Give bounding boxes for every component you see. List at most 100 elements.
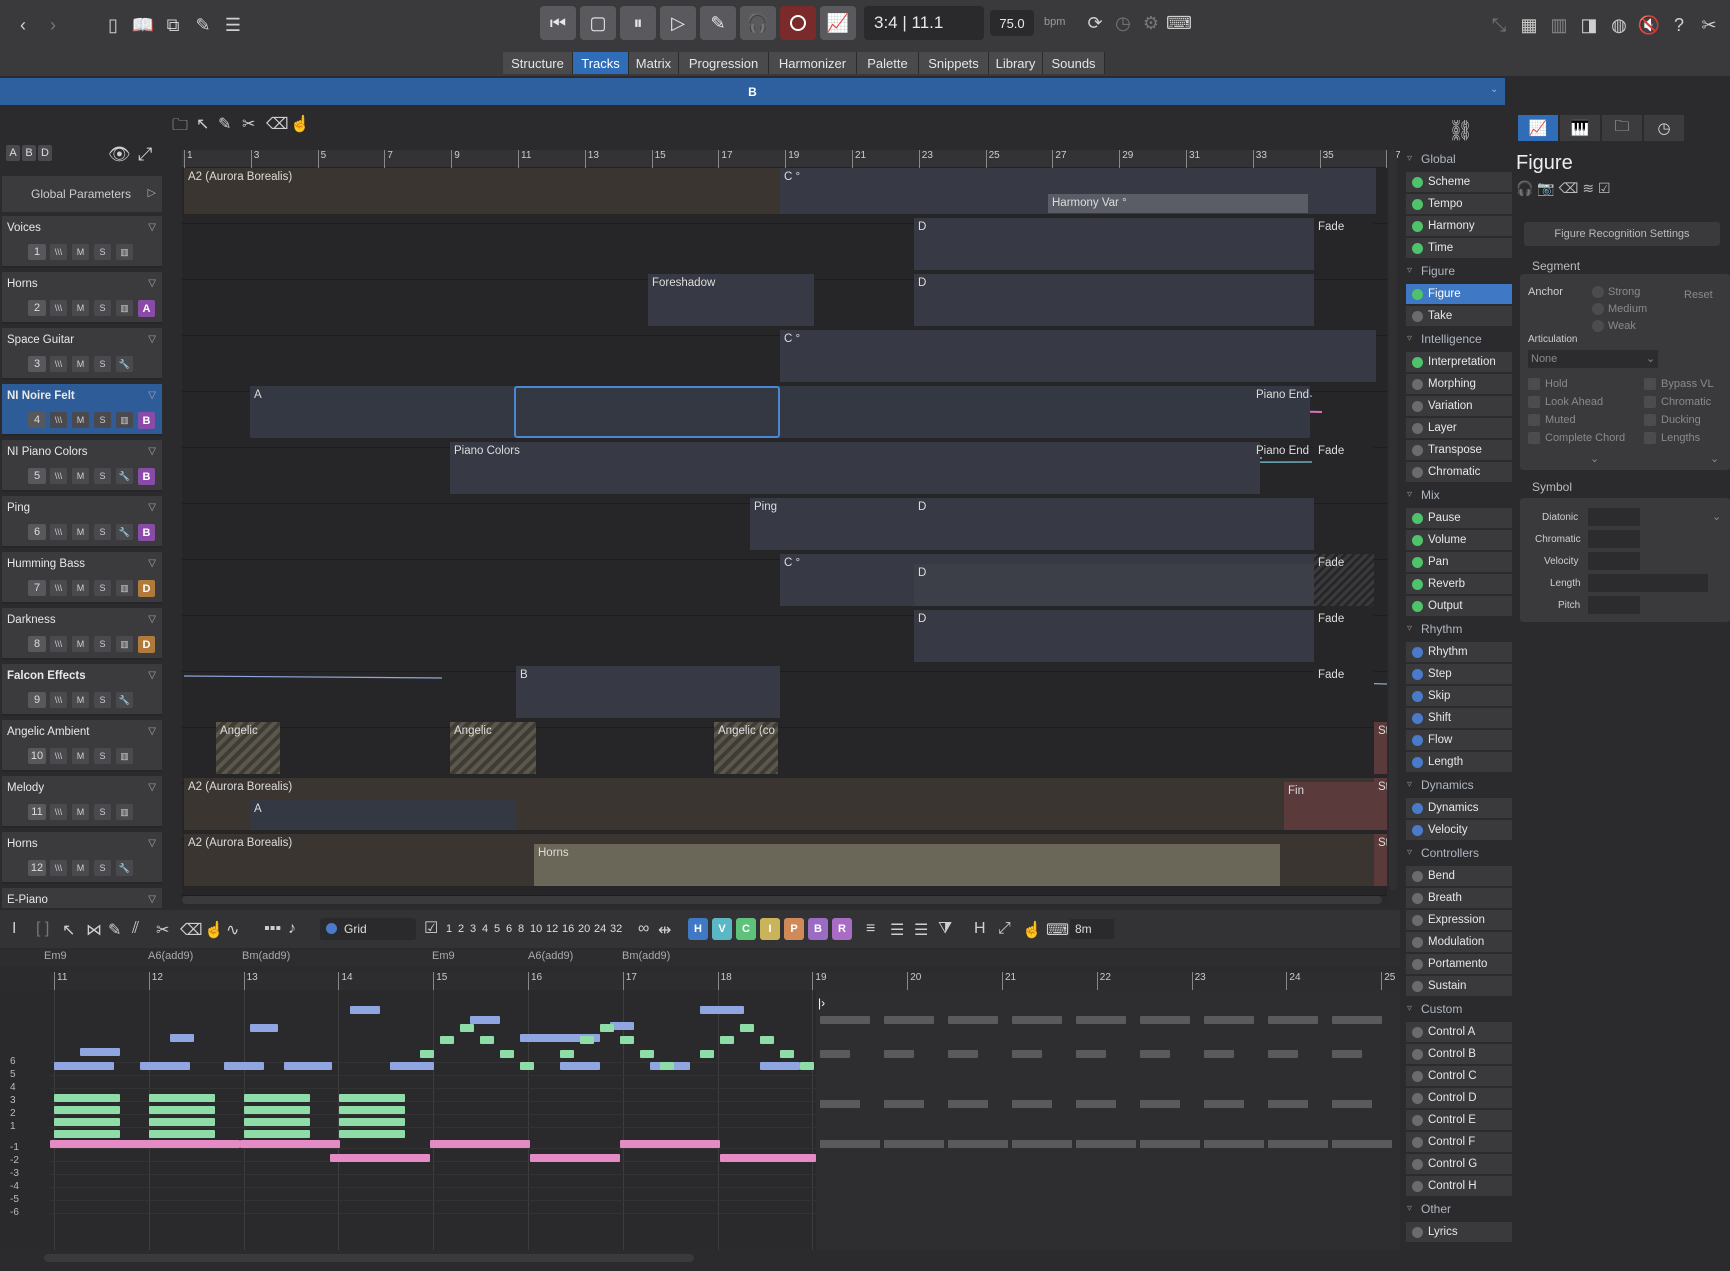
- note[interactable]: [1204, 1050, 1234, 1058]
- region-angelic3[interactable]: Angelic (co: [714, 722, 778, 774]
- note[interactable]: [149, 1130, 215, 1138]
- note[interactable]: [1012, 1016, 1062, 1024]
- color-button-r[interactable]: R: [832, 918, 852, 940]
- note[interactable]: [820, 1100, 860, 1108]
- panel-icon[interactable]: ◨: [1576, 12, 1602, 38]
- note[interactable]: [480, 1036, 494, 1044]
- piano-icon[interactable]: ▥: [116, 412, 133, 428]
- note[interactable]: [1012, 1140, 1072, 1148]
- edit-icon[interactable]: ✎: [190, 12, 216, 38]
- note[interactable]: [720, 1036, 734, 1044]
- grid-select[interactable]: Grid: [320, 918, 416, 940]
- piano-icon[interactable]: ▥: [116, 300, 133, 316]
- inspector-item-transpose[interactable]: Transpose: [1406, 440, 1512, 460]
- note[interactable]: [440, 1036, 454, 1044]
- note[interactable]: [149, 1106, 215, 1114]
- triplet-icon[interactable]: ∞: [638, 920, 649, 938]
- eraser-icon[interactable]: ⌫: [266, 114, 289, 134]
- inspector-item-morphing[interactable]: Morphing: [1406, 374, 1512, 394]
- inspector-item-chromatic[interactable]: Chromatic: [1406, 462, 1512, 482]
- note[interactable]: [54, 1106, 120, 1114]
- mute-button[interactable]: M: [72, 412, 89, 428]
- region-a-melody[interactable]: A: [250, 800, 516, 830]
- hand-icon[interactable]: ☝: [204, 920, 224, 940]
- book-icon[interactable]: 📖: [130, 12, 156, 38]
- note[interactable]: [430, 1140, 530, 1148]
- note[interactable]: [780, 1050, 794, 1058]
- inspector-item-rhythm[interactable]: Rhythm: [1406, 642, 1512, 662]
- split-icon[interactable]: ⇹: [658, 920, 671, 940]
- region-piano-end[interactable]: Piano End: [1252, 386, 1372, 406]
- grid-value[interactable]: 6: [506, 923, 512, 935]
- note[interactable]: [330, 1154, 430, 1162]
- note[interactable]: [1332, 1016, 1382, 1024]
- solo-button[interactable]: S: [94, 748, 111, 764]
- chevron-down-icon[interactable]: ▽: [148, 278, 156, 289]
- region-foreshadow[interactable]: Foreshadow: [648, 274, 814, 326]
- note[interactable]: [620, 1140, 720, 1148]
- lanes-button[interactable]: \\\: [50, 860, 67, 876]
- inspector-item-portamento[interactable]: Portamento: [1406, 954, 1512, 974]
- inspector-item-layer[interactable]: Layer: [1406, 418, 1512, 438]
- mute-button[interactable]: M: [72, 860, 89, 876]
- note[interactable]: [1076, 1140, 1136, 1148]
- inspector-item-take[interactable]: Take: [1406, 306, 1512, 326]
- note[interactable]: [1268, 1140, 1328, 1148]
- solo-button[interactable]: S: [94, 300, 111, 316]
- mute-button[interactable]: M: [72, 244, 89, 260]
- vertical-scrollbar[interactable]: [1389, 150, 1397, 890]
- inspector-group-intelligence[interactable]: Intelligence: [1405, 332, 1482, 346]
- medium-radio[interactable]: [1592, 303, 1604, 315]
- region-fade[interactable]: Fade: [1314, 218, 1374, 270]
- piano-icon[interactable]: ▥: [1546, 12, 1572, 38]
- delete-icon[interactable]: ⌫: [1559, 180, 1579, 196]
- lanes-button[interactable]: \\\: [50, 468, 67, 484]
- inspector-item-control-g[interactable]: Control G: [1406, 1154, 1512, 1174]
- region-a[interactable]: A: [250, 386, 1310, 438]
- chevron-down-icon[interactable]: ▽: [148, 838, 156, 849]
- lanes-button[interactable]: \\\: [50, 748, 67, 764]
- note[interactable]: [420, 1050, 434, 1058]
- scissors-icon[interactable]: ✂: [156, 920, 169, 940]
- region-harmony-var[interactable]: Harmony Var °: [1048, 194, 1308, 213]
- note[interactable]: [54, 1062, 114, 1070]
- inspector-item-length[interactable]: Length: [1406, 752, 1512, 772]
- note[interactable]: [700, 1006, 744, 1014]
- color-button-i[interactable]: I: [760, 918, 780, 940]
- note[interactable]: [149, 1094, 215, 1102]
- note[interactable]: [660, 1062, 674, 1070]
- note[interactable]: [600, 1024, 614, 1032]
- region-fade5[interactable]: Fade: [1314, 666, 1374, 718]
- track-item[interactable]: Angelic Ambient ▽ 10 \\\ M S ▥: [2, 720, 162, 772]
- track-item[interactable]: Horns ▽ 2 \\\ M S ▥ A: [2, 272, 162, 324]
- camera-icon[interactable]: 📷: [1537, 180, 1554, 196]
- region-d4[interactable]: D: [914, 564, 1314, 606]
- inspector-item-tempo[interactable]: Tempo: [1406, 194, 1512, 214]
- color-button-h[interactable]: H: [688, 918, 708, 940]
- solo-button[interactable]: S: [94, 860, 111, 876]
- color-button-c[interactable]: C: [736, 918, 756, 940]
- note[interactable]: [1204, 1100, 1244, 1108]
- tab-automation[interactable]: 📈: [1518, 115, 1558, 141]
- inspector-item-skip[interactable]: Skip: [1406, 686, 1512, 706]
- note[interactable]: [500, 1050, 514, 1058]
- tab-library[interactable]: Library: [989, 52, 1043, 74]
- pen-icon[interactable]: ✎: [218, 114, 231, 134]
- track-item[interactable]: NI Piano Colors ▽ 5 \\\ M S 🔧 B: [2, 440, 162, 492]
- track-item[interactable]: Space Guitar ▽ 3 \\\ M S 🔧: [2, 328, 162, 380]
- note[interactable]: [580, 1036, 594, 1044]
- inspector-item-control-h[interactable]: Control H: [1406, 1176, 1512, 1196]
- forward-icon[interactable]: ›: [40, 12, 66, 38]
- chromatic-field[interactable]: [1588, 530, 1640, 548]
- region-fade3[interactable]: Fade: [1314, 554, 1374, 606]
- global-params[interactable]: Global Parameters ▷: [2, 176, 162, 212]
- filter-icon[interactable]: ⧩: [938, 920, 952, 938]
- inspector-group-global[interactable]: Global: [1405, 152, 1456, 166]
- loop-icon[interactable]: ⟳: [1082, 10, 1108, 36]
- note[interactable]: [54, 1094, 120, 1102]
- tab-snippets[interactable]: Snippets: [919, 52, 989, 74]
- inspector-item-dynamics[interactable]: Dynamics: [1406, 798, 1512, 818]
- inspector-item-harmony[interactable]: Harmony: [1406, 216, 1512, 236]
- track-item[interactable]: Ping ▽ 6 \\\ M S 🔧 B: [2, 496, 162, 548]
- chevron-down-icon[interactable]: ▿: [1407, 265, 1412, 276]
